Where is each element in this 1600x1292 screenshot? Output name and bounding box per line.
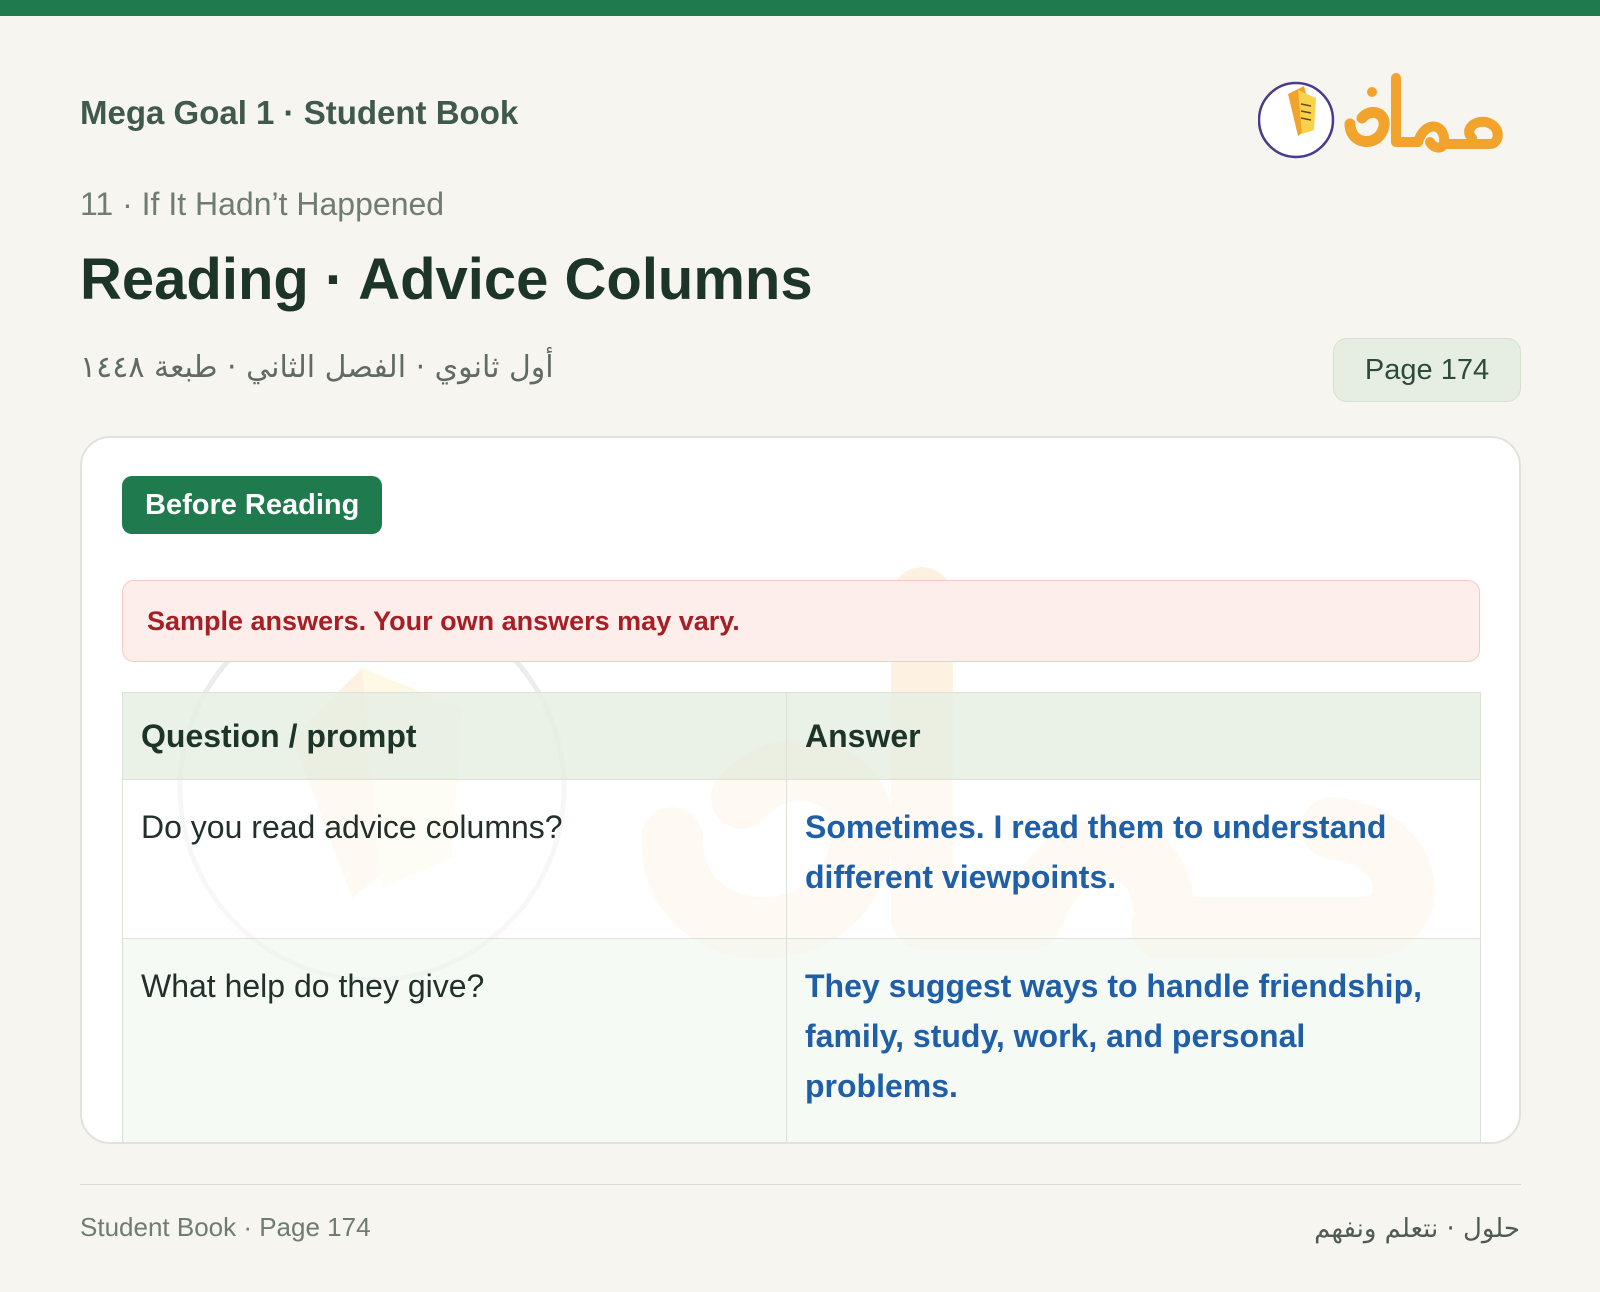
footer-divider: [80, 1184, 1521, 1185]
footer-book-page: Student Book · Page 174: [80, 1212, 371, 1242]
table-row: What help do they give? They suggest way…: [122, 938, 1481, 1142]
content-card: Before Reading Sample answers. Your own …: [80, 436, 1521, 1144]
question-cell: Do you read advice columns?: [122, 779, 787, 939]
section-label-before-reading: Before Reading: [122, 476, 383, 534]
column-header-answer: Answer: [786, 692, 1481, 780]
book-title: Mega Goal 1 · Student Book: [80, 94, 519, 131]
column-header-question: Question / prompt: [122, 692, 787, 780]
site-logo[interactable]: [1257, 64, 1508, 168]
table-header-row: Question / prompt Answer: [122, 692, 1481, 780]
question-answer-table: Question / prompt Answer Do you read adv…: [122, 692, 1481, 1142]
page-number-badge: Page 174: [1333, 338, 1521, 402]
page-title: Reading · Advice Columns: [80, 247, 813, 312]
answer-cell: They suggest ways to handle friendship, …: [786, 938, 1481, 1142]
answer-cell: Sometimes. I read them to understand dif…: [786, 779, 1481, 939]
unit-title: 11 · If It Hadn’t Happened: [80, 186, 445, 222]
arabic-wordmark-logo: [1344, 73, 1503, 153]
top-accent-bar: [0, 0, 1600, 16]
sample-answers-notice: Sample answers. Your own answers may var…: [122, 580, 1480, 662]
table-row: Do you read advice columns? Sometimes. I…: [122, 779, 1481, 939]
book-page-logo-icon: [1257, 81, 1335, 159]
arabic-grade-term-subtitle: أول ثانوي · الفصل الثاني · طبعة ١٤٤٨: [80, 350, 554, 385]
question-cell: What help do they give?: [122, 938, 787, 1142]
footer-brand-tagline: حلول · نتعلم ونفهم: [1314, 1214, 1520, 1244]
